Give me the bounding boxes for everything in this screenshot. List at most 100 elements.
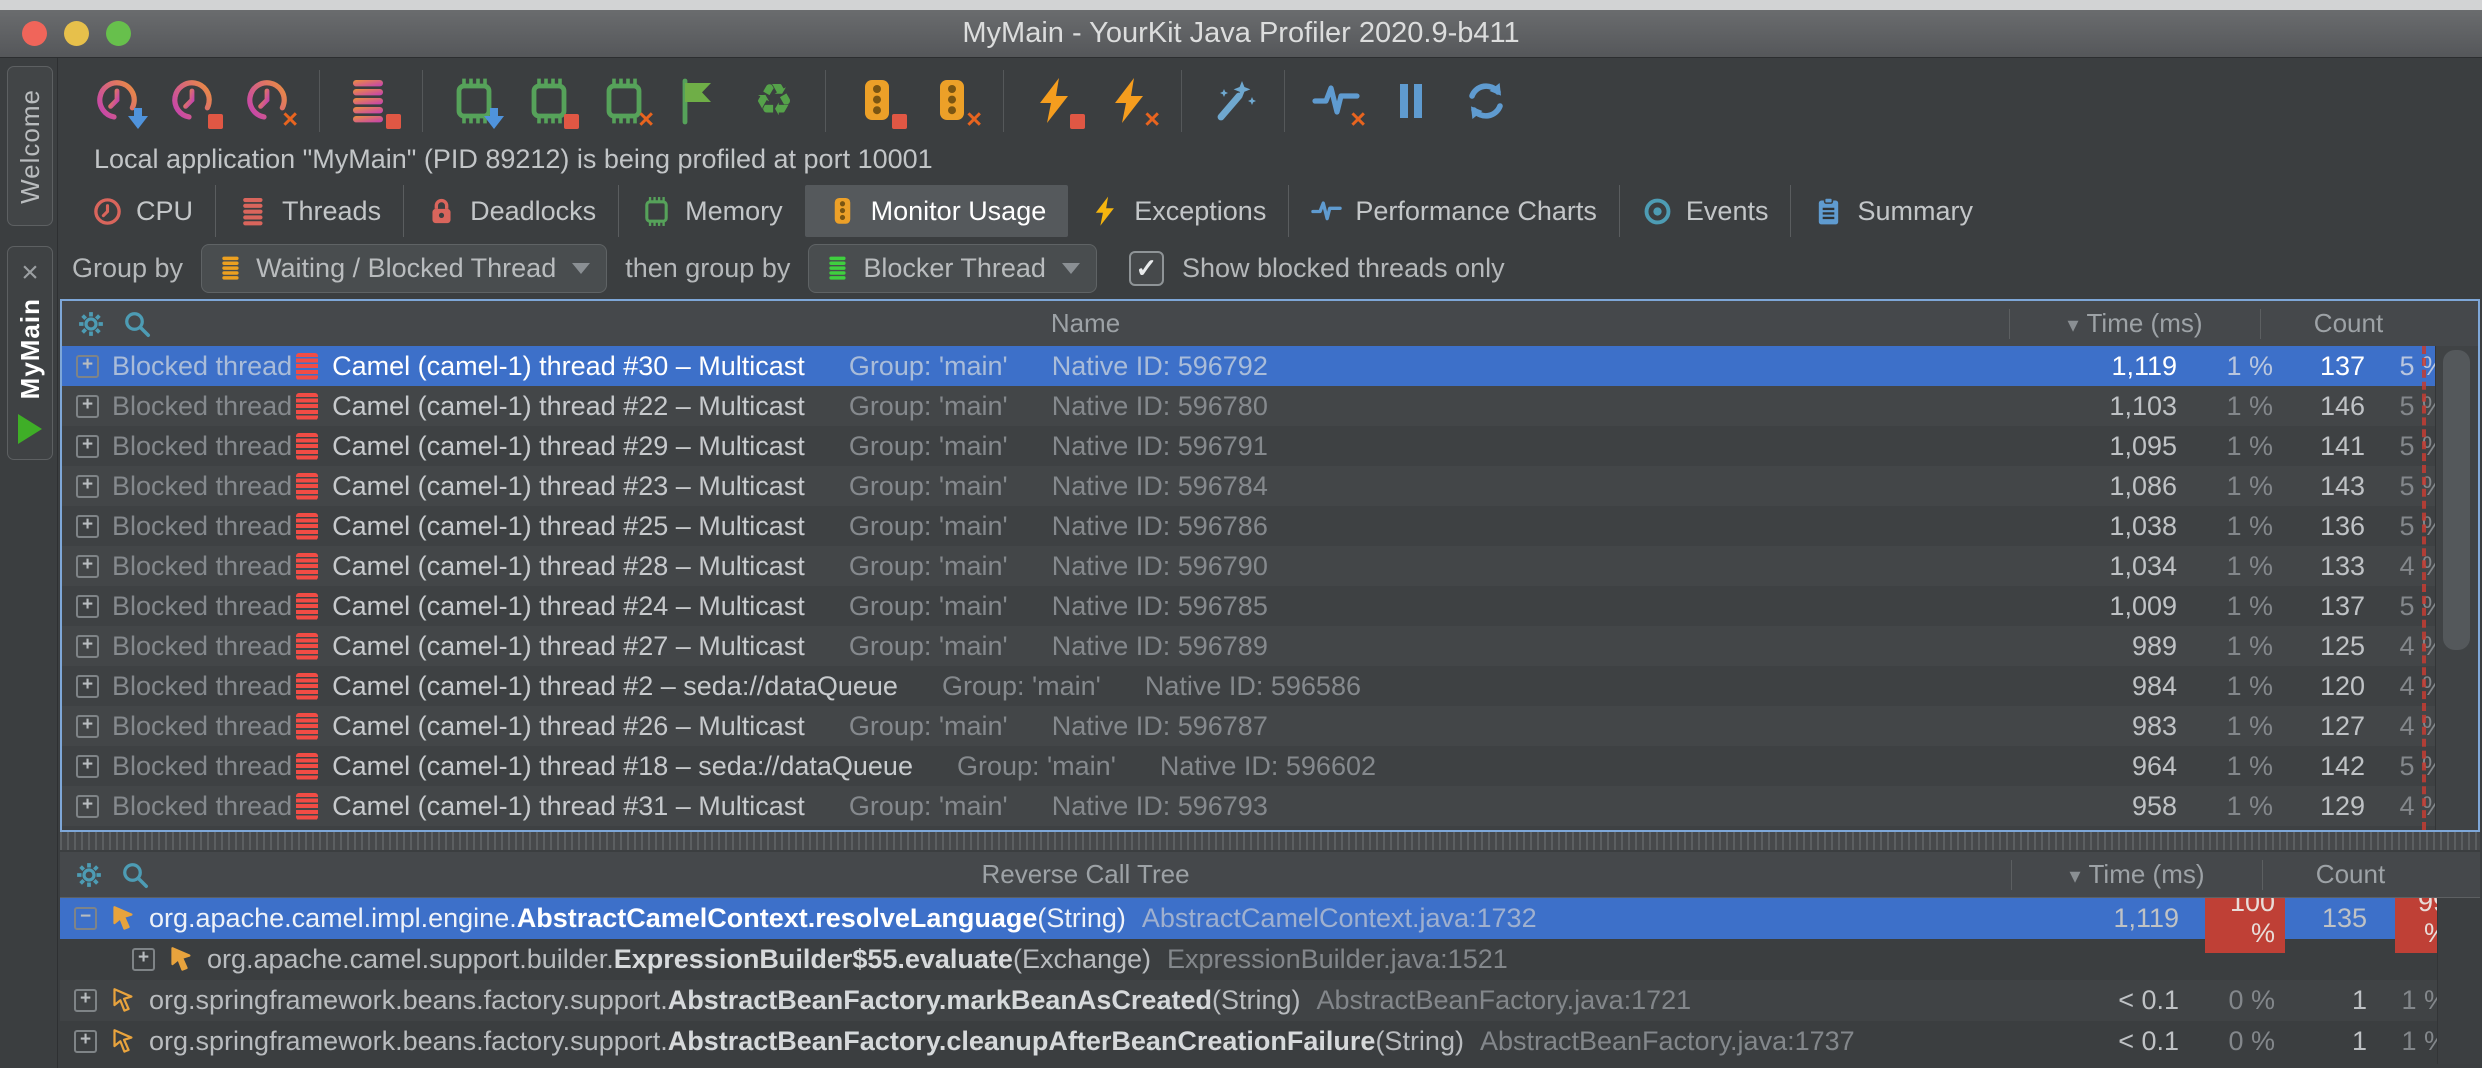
expand-icon[interactable]: + xyxy=(76,395,99,418)
call-tree-row[interactable]: −org.apache.camel.impl.engine.AbstractCa… xyxy=(60,898,2480,939)
expand-icon[interactable]: + xyxy=(76,515,99,538)
stop-thread-telemetry-icon[interactable] xyxy=(347,77,395,125)
expand-icon[interactable]: + xyxy=(74,989,97,1012)
stop-monitor-profiling-icon[interactable] xyxy=(853,77,901,125)
expand-icon[interactable]: + xyxy=(76,475,99,498)
tab-memory[interactable]: Memory xyxy=(618,185,805,237)
horizontal-scrollbar-divider[interactable] xyxy=(60,830,2480,850)
thread-row[interactable]: +Blocked threadCamel (camel-1) thread #2… xyxy=(62,666,2478,706)
tab-performance-charts[interactable]: Performance Charts xyxy=(1288,185,1619,237)
sidebar-tab-welcome[interactable]: Welcome xyxy=(7,66,53,226)
force-gc-icon[interactable]: ♻ xyxy=(750,77,798,125)
call-tree-row[interactable]: +org.apache.camel.support.builder.Expres… xyxy=(60,939,2480,980)
pause-icon[interactable] xyxy=(1387,77,1435,125)
scrollbar-thumb[interactable] xyxy=(2443,350,2470,650)
stop-exception-profiling-icon[interactable] xyxy=(1031,77,1079,125)
thread-name: Camel (camel-1) thread #18 – seda://data… xyxy=(332,751,913,782)
tab-summary[interactable]: Summary xyxy=(1790,185,1995,237)
column-header-time[interactable]: ▾Time (ms) xyxy=(2010,308,2260,339)
row-kind-label: Blocked thread xyxy=(112,511,292,542)
method-cell: + org.springframework.beans.factory.suppo… xyxy=(60,985,2055,1016)
clear-monitor-results-icon[interactable]: × xyxy=(928,77,976,125)
source-location: AbstractBeanFactory.java:1721 xyxy=(1316,985,1691,1016)
inspections-wand-icon[interactable] xyxy=(1209,77,1257,125)
then-group-by-dropdown[interactable]: Blocker Thread xyxy=(808,244,1097,293)
main-content: ××♻××× Local application "MyMain" (PID 8… xyxy=(58,58,2482,1068)
expand-icon[interactable]: + xyxy=(74,1030,97,1053)
expand-icon[interactable]: − xyxy=(74,907,97,930)
tab-events[interactable]: Events xyxy=(1619,185,1791,237)
expand-icon[interactable]: + xyxy=(76,595,99,618)
threads-orange-icon xyxy=(218,253,244,283)
thread-row[interactable]: +Blocked threadCamel (camel-1) thread #1… xyxy=(62,746,2478,786)
clear-cpu-results-icon[interactable]: × xyxy=(244,77,292,125)
trigger-flag-icon[interactable] xyxy=(675,77,723,125)
thread-group: Group: 'main' xyxy=(942,671,1101,702)
search-icon[interactable] xyxy=(120,860,150,890)
zoom-window-button[interactable] xyxy=(106,21,131,46)
tab-threads[interactable]: Threads xyxy=(215,185,403,237)
sidebar-tab-mymain[interactable]: × MyMain xyxy=(7,246,53,460)
column-header-name[interactable]: Name xyxy=(162,308,2009,339)
expand-icon[interactable]: + xyxy=(76,715,99,738)
minimize-window-button[interactable] xyxy=(64,21,89,46)
close-session-icon[interactable]: × xyxy=(21,262,39,284)
close-window-button[interactable] xyxy=(22,21,47,46)
refresh-icon[interactable] xyxy=(1462,77,1510,125)
capture-memory-snapshot-icon[interactable] xyxy=(450,77,498,125)
thread-row[interactable]: +Blocked threadCamel (camel-1) thread #2… xyxy=(62,586,2478,626)
column-header-count[interactable]: Count xyxy=(2263,859,2438,890)
column-header-count[interactable]: Count xyxy=(2261,308,2436,339)
thread-row[interactable]: +Blocked threadCamel (camel-1) thread #2… xyxy=(62,426,2478,466)
thread-row[interactable]: +Blocked threadCamel (camel-1) thread #2… xyxy=(62,386,2478,426)
thread-group: Group: 'main' xyxy=(849,431,1008,462)
thread-row[interactable]: +Blocked threadCamel (camel-1) thread #2… xyxy=(62,466,2478,506)
expand-icon[interactable]: + xyxy=(76,435,99,458)
vertical-scrollbar[interactable] xyxy=(2435,346,2478,830)
expand-icon[interactable]: + xyxy=(76,675,99,698)
expand-icon[interactable]: + xyxy=(76,355,99,378)
settings-gear-icon[interactable] xyxy=(76,309,106,339)
thread-row[interactable]: +Blocked threadCamel (camel-1) thread #3… xyxy=(62,786,2478,826)
tab-monitor-usage[interactable]: Monitor Usage xyxy=(805,185,1069,237)
vertical-scrollbar[interactable] xyxy=(2437,898,2480,1064)
sort-desc-icon: ▾ xyxy=(2067,312,2078,337)
stop-allocation-recording-icon[interactable] xyxy=(525,77,573,125)
thread-icon xyxy=(296,593,318,620)
expand-icon[interactable]: + xyxy=(132,948,155,971)
tab-cpu[interactable]: CPU xyxy=(70,185,215,237)
thread-row[interactable]: +Blocked threadCamel (camel-1) thread #2… xyxy=(62,506,2478,546)
time-value: 983 xyxy=(2053,711,2203,742)
package-name: org.springframework.beans.factory.suppor… xyxy=(149,985,668,1016)
thread-name: Camel (camel-1) thread #31 – Multicast xyxy=(332,791,805,822)
call-tree-row[interactable]: + org.springframework.beans.factory.suppo… xyxy=(60,980,2480,1021)
thread-row[interactable]: +Blocked threadCamel (camel-1) thread #3… xyxy=(62,346,2478,386)
method-name: AbstractBeanFactory.cleanupAfterBeanCrea… xyxy=(668,1026,1376,1057)
source-location: AbstractCamelContext.java:1732 xyxy=(1142,903,1537,934)
clear-telemetry-icon[interactable]: × xyxy=(1312,77,1360,125)
settings-gear-icon[interactable] xyxy=(74,860,104,890)
group-by-dropdown[interactable]: Waiting / Blocked Thread xyxy=(201,244,607,293)
source-location: AbstractBeanFactory.java:1737 xyxy=(1480,1026,1855,1057)
count-value: 120 xyxy=(2303,671,2393,702)
thread-row[interactable]: +Blocked threadCamel (camel-1) thread #2… xyxy=(62,706,2478,746)
start-cpu-profiling-icon[interactable] xyxy=(94,77,142,125)
time-percent: 100 % xyxy=(2205,898,2305,953)
clear-exception-results-icon[interactable]: × xyxy=(1106,77,1154,125)
stop-cpu-profiling-icon[interactable] xyxy=(169,77,217,125)
thread-cell: +Blocked threadCamel (camel-1) thread #2… xyxy=(62,391,2053,422)
thread-row[interactable]: +Blocked threadCamel (camel-1) thread #2… xyxy=(62,546,2478,586)
thread-group: Group: 'main' xyxy=(849,391,1008,422)
clear-allocation-results-icon[interactable]: × xyxy=(600,77,648,125)
search-icon[interactable] xyxy=(122,309,152,339)
tab-deadlocks[interactable]: Deadlocks xyxy=(403,185,618,237)
thread-row[interactable]: +Blocked threadCamel (camel-1) thread #2… xyxy=(62,626,2478,666)
tab-exceptions[interactable]: Exceptions xyxy=(1068,185,1288,237)
expand-icon[interactable]: + xyxy=(76,795,99,818)
show-blocked-only-checkbox[interactable]: ✓ xyxy=(1129,251,1164,286)
expand-icon[interactable]: + xyxy=(76,755,99,778)
call-tree-row[interactable]: +org.springframework.beans.factory.suppo… xyxy=(60,1021,2480,1062)
column-header-time[interactable]: ▾Time (ms) xyxy=(2012,859,2262,890)
expand-icon[interactable]: + xyxy=(76,635,99,658)
expand-icon[interactable]: + xyxy=(76,555,99,578)
